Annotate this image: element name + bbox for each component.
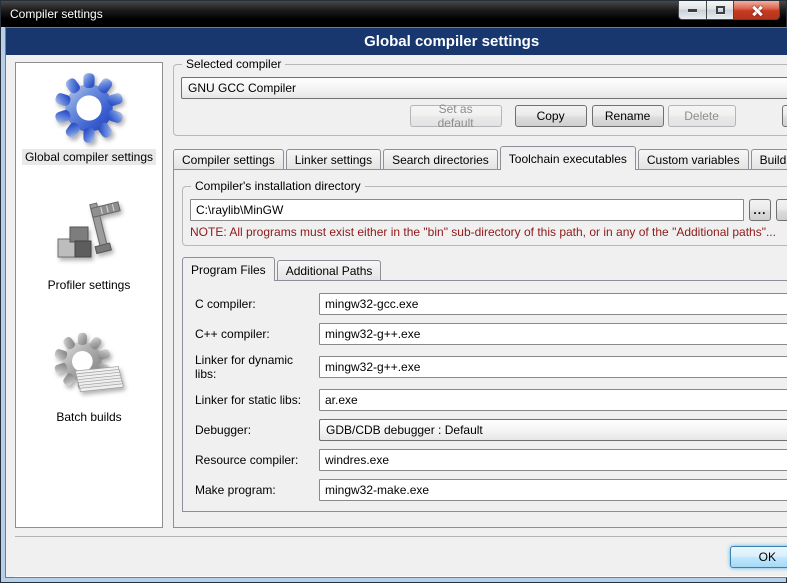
c-compiler-input[interactable] — [319, 293, 787, 315]
installation-directory-browse-button[interactable]: ... — [749, 199, 771, 221]
maximize-icon — [716, 6, 725, 14]
field-label: Linker for static libs: — [195, 393, 313, 407]
tab-additional-paths[interactable]: Additional Paths — [277, 260, 382, 280]
installation-directory-group: Compiler's installation directory ... Au… — [182, 186, 787, 246]
selected-compiler-group: Selected compiler GNU GCC Compiler Set a… — [173, 64, 787, 136]
form-row-c-compiler: C compiler: ... — [195, 293, 787, 315]
form-row-static-linker: Linker for static libs: ... — [195, 389, 787, 411]
sidebar-item-batch-builds[interactable]: Batch builds — [50, 329, 128, 425]
form-row-resource-compiler: Resource compiler: ... — [195, 449, 787, 471]
tab-custom-variables[interactable]: Custom variables — [638, 149, 749, 169]
tab-compiler-settings[interactable]: Compiler settings — [173, 149, 284, 169]
field-label: Debugger: — [195, 423, 313, 437]
compiler-select[interactable]: GNU GCC Compiler — [181, 77, 787, 99]
installation-directory-input[interactable] — [190, 199, 744, 221]
program-files-tabstrip: Program Files Additional Paths — [182, 256, 787, 280]
ok-button[interactable]: OK — [730, 546, 787, 568]
rename-button[interactable]: Rename — [592, 105, 664, 127]
auto-detect-button[interactable]: Auto-detect — [776, 199, 787, 221]
settings-category-list: Global compiler settings — [15, 62, 163, 528]
field-label: C++ compiler: — [195, 327, 313, 341]
field-label: Linker for dynamic libs: — [195, 353, 313, 381]
sidebar-item-label: Batch builds — [53, 409, 124, 425]
tab-search-directories[interactable]: Search directories — [383, 149, 498, 169]
field-label: Resource compiler: — [195, 453, 313, 467]
dialog: Global compiler settings — [5, 27, 787, 578]
program-files-panel: C compiler: ... C++ compiler: — [182, 280, 787, 512]
titlebar: Compiler settings — [1, 1, 786, 27]
page-title: Global compiler settings — [6, 28, 787, 55]
installation-directory-group-label: Compiler's installation directory — [191, 179, 365, 193]
caption-buttons — [678, 1, 780, 20]
tab-build-options[interactable]: Build options — [751, 149, 787, 169]
close-button[interactable] — [734, 1, 780, 20]
form-row-debugger: Debugger: GDB/CDB debugger : Default — [195, 419, 787, 441]
gray-gear-papers-icon — [50, 329, 128, 407]
sidebar-item-label: Global compiler settings — [22, 149, 156, 165]
set-as-default-button[interactable]: Set as default — [410, 105, 502, 127]
close-icon — [751, 5, 762, 16]
sidebar-item-label: Profiler settings — [45, 277, 134, 293]
field-label: Make program: — [195, 483, 313, 497]
form-row-cpp-compiler: C++ compiler: ... — [195, 323, 787, 345]
tab-program-files[interactable]: Program Files — [182, 257, 275, 281]
cpp-compiler-input[interactable] — [319, 323, 787, 345]
aero-frame: Global compiler settings — [1, 27, 786, 582]
delete-button[interactable]: Delete — [668, 105, 736, 127]
compiler-buttons-row: Set as default Copy Rename Delete Reset … — [181, 105, 787, 127]
sidebar-item-profiler-settings[interactable]: Profiler settings — [45, 197, 134, 293]
reset-defaults-button[interactable]: Reset defaults — [782, 105, 787, 127]
make-program-input[interactable] — [319, 479, 787, 501]
sidebar-item-global-compiler-settings[interactable]: Global compiler settings — [22, 69, 156, 165]
blue-gear-icon — [50, 69, 128, 147]
resource-compiler-input[interactable] — [319, 449, 787, 471]
minimize-button[interactable] — [678, 1, 707, 20]
tab-linker-settings[interactable]: Linker settings — [286, 149, 381, 169]
tab-toolchain-executables[interactable]: Toolchain executables — [500, 146, 636, 170]
caliper-icon — [50, 197, 128, 275]
selected-compiler-group-label: Selected compiler — [182, 57, 285, 71]
toolchain-executables-panel: Compiler's installation directory ... Au… — [173, 169, 787, 528]
debugger-select-value: GDB/CDB debugger : Default — [326, 423, 787, 437]
dynamic-linker-input[interactable] — [319, 356, 787, 378]
maximize-button[interactable] — [707, 1, 734, 20]
compiler-settings-window: Compiler settings Global compiler settin… — [0, 0, 787, 583]
dialog-footer: OK Cancel — [15, 536, 787, 577]
settings-tabstrip: Compiler settings Linker settings Search… — [173, 145, 787, 169]
installation-note: NOTE: All programs must exist either in … — [190, 225, 787, 239]
compiler-select-value: GNU GCC Compiler — [188, 81, 787, 95]
window-title: Compiler settings — [1, 7, 103, 21]
static-linker-input[interactable] — [319, 389, 787, 411]
form-row-dynamic-linker: Linker for dynamic libs: ... — [195, 353, 787, 381]
copy-button[interactable]: Copy — [515, 105, 587, 127]
form-row-make-program: Make program: ... — [195, 479, 787, 501]
minimize-icon — [688, 9, 697, 12]
field-label: C compiler: — [195, 297, 313, 311]
debugger-select[interactable]: GDB/CDB debugger : Default — [319, 419, 787, 441]
